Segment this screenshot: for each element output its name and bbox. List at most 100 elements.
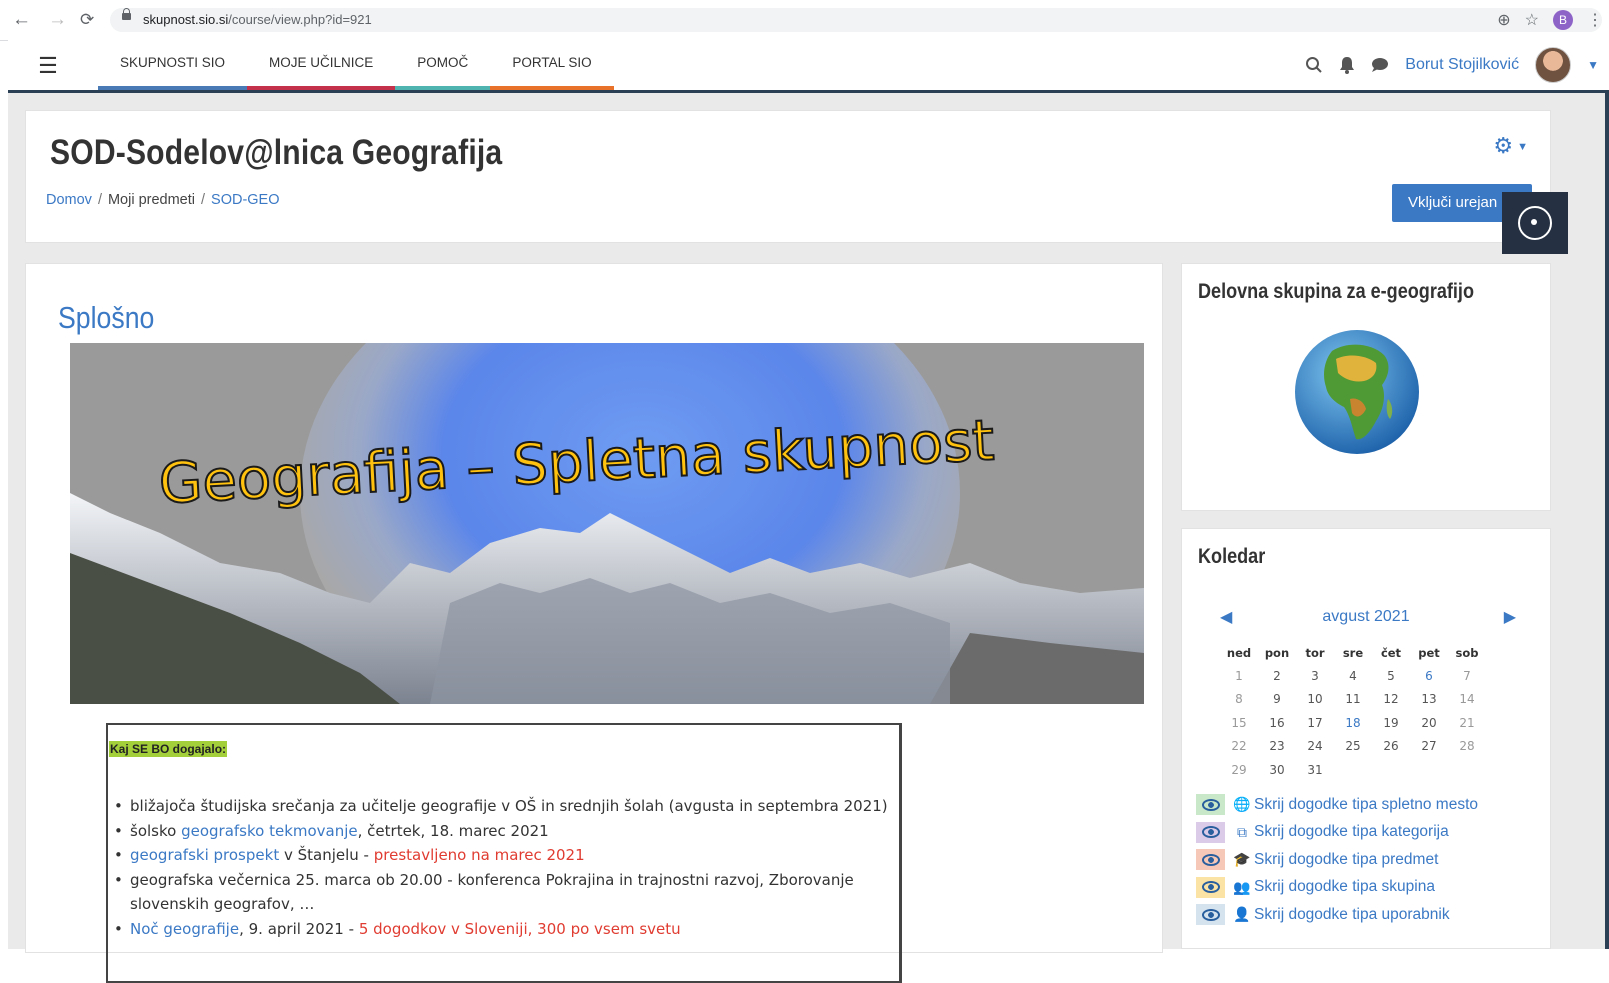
events-heading: Kaj SE BO dogajalo:: [109, 741, 228, 757]
page-title: SOD-Sodelov@lnica Geografija: [50, 133, 503, 172]
calendar-day: 31: [1307, 762, 1323, 777]
calendar-day: 13: [1421, 692, 1437, 707]
forward-arrow-icon[interactable]: →: [48, 8, 67, 32]
weekday-header: pon: [1264, 646, 1290, 660]
calendar-filter-item[interactable]: 👥 Skrij dogodke tipa skupina: [1196, 874, 1478, 902]
nav-moje-ucilnice[interactable]: MOJE UČILNICE: [247, 40, 396, 90]
address-bar[interactable]: skupnost.sio.si/course/view.php?id=921: [110, 8, 1602, 32]
next-month-icon[interactable]: ▶: [1504, 607, 1516, 627]
breadcrumb-my-courses: Moji predmeti: [107, 192, 195, 208]
geography-night-link[interactable]: Noč geografije: [130, 920, 239, 938]
eye-icon[interactable]: [1196, 876, 1225, 898]
calendar-filter-item[interactable]: ⧉ Skrij dogodke tipa kategorija: [1196, 819, 1478, 847]
competition-link[interactable]: geografsko tekmovanje: [181, 822, 358, 840]
calendar-empty-cell: [1372, 758, 1410, 782]
weekday-header: sre: [1342, 646, 1364, 660]
calendar-empty-cell: [1410, 758, 1448, 782]
calendar-grid: ned pon tor sre čet pet sob 1 2 3 4 5 6 7 8 9 10 11 12 13 1…: [1220, 642, 1486, 782]
calendar-day: 29: [1231, 762, 1247, 777]
calendar-day[interactable]: 18: [1334, 711, 1372, 735]
calendar-filter-label[interactable]: Skrij dogodke tipa uporabnik: [1254, 906, 1450, 924]
nav-skupnosti-sio[interactable]: SKUPNOSTI SIO: [98, 40, 248, 90]
list-item: šolsko geografsko tekmovanje, četrtek, 1…: [114, 819, 890, 844]
list-item: bližajoča študijska srečanja za učitelje…: [114, 794, 890, 819]
calendar-day: 14: [1459, 692, 1475, 707]
eye-icon[interactable]: [1196, 849, 1225, 871]
calendar-block: Koledar ◀ avgust 2021 ▶ ned pon tor sre čet p…: [1181, 528, 1551, 949]
section-title[interactable]: Splošno: [58, 300, 154, 336]
calendar-month[interactable]: avgust 2021: [1182, 608, 1550, 626]
lock-icon: [122, 8, 131, 20]
search-icon[interactable]: [1305, 56, 1323, 74]
chevron-down-icon: ▼: [1517, 141, 1528, 154]
accessibility-icon: [1518, 206, 1552, 240]
calendar-day: 15: [1231, 715, 1247, 730]
messages-icon[interactable]: [1371, 57, 1389, 73]
cubes-icon: ⧉: [1237, 823, 1247, 840]
calendar-day: 9: [1273, 692, 1281, 707]
calendar-day: 10: [1307, 692, 1323, 707]
eye-icon[interactable]: [1196, 821, 1225, 843]
calendar-day: 28: [1459, 739, 1475, 754]
list-item: geografska večernica 25. marca ob 20.00 …: [114, 868, 890, 917]
calendar-day: 2: [1273, 668, 1281, 683]
chevron-down-icon[interactable]: ▼: [1587, 58, 1599, 72]
calendar-day: 8: [1235, 692, 1243, 707]
accessibility-widget[interactable]: [1502, 192, 1568, 254]
calendar-day: 1: [1235, 668, 1243, 683]
zoom-icon[interactable]: ⊕: [1497, 10, 1510, 30]
breadcrumb-home[interactable]: Domov: [46, 192, 92, 208]
gear-icon[interactable]: ⚙ ▼: [1493, 133, 1528, 159]
prospect-link[interactable]: geografski prospekt: [130, 846, 279, 864]
calendar-day: 3: [1311, 668, 1319, 683]
nav-portal-sio[interactable]: PORTAL SIO: [490, 40, 614, 90]
back-arrow-icon[interactable]: ←: [12, 8, 31, 32]
browser-toolbar: ← → ⟳ skupnost.sio.si/course/view.php?id…: [0, 0, 1609, 41]
calendar-empty-cell: [1334, 758, 1372, 782]
calendar-day: 7: [1463, 668, 1471, 683]
breadcrumb-course[interactable]: SOD-GEO: [211, 192, 279, 208]
globe-image: [1295, 330, 1419, 454]
event-filters: 🌐 Skrij dogodke tipa spletno mesto ⧉ Skrij …: [1196, 791, 1478, 929]
calendar-filter-item[interactable]: 🌐 Skrij dogodke tipa spletno mesto: [1196, 791, 1478, 819]
bookmark-star-icon[interactable]: ☆: [1525, 10, 1539, 30]
events-list: bližajoča študijska srečanja za učitelje…: [108, 794, 890, 941]
weekday-header: čet: [1380, 646, 1402, 660]
user-avatar[interactable]: [1535, 47, 1572, 83]
calendar-filter-label[interactable]: Skrij dogodke tipa predmet: [1254, 851, 1438, 869]
course-content: Splošno Geografija – Spletna skupnost Ka…: [25, 263, 1163, 983]
calendar-day: 25: [1345, 739, 1361, 754]
calendar-day: 23: [1269, 739, 1285, 754]
browser-menu-icon[interactable]: ⋮: [1587, 10, 1603, 30]
site-navbar: ☰ SKUPNOSTI SIO MOJE UČILNICE POMOČ PORT…: [8, 40, 1609, 93]
nav-pomoc[interactable]: POMOČ: [395, 40, 491, 90]
calendar-day: 19: [1383, 715, 1399, 730]
block-title: Koledar: [1198, 545, 1266, 568]
user-name[interactable]: Borut Stojilković: [1405, 56, 1519, 74]
calendar-day: 20: [1421, 715, 1437, 730]
list-item: Noč geografije, 9. april 2021 - 5 dogodk…: [114, 917, 890, 942]
events-box: Kaj SE BO dogajalo: bližajoča študijska …: [106, 723, 902, 983]
calendar-filter-label[interactable]: Skrij dogodke tipa spletno mesto: [1254, 796, 1478, 814]
calendar-filter-item[interactable]: 🎓 Skrij dogodke tipa predmet: [1196, 846, 1478, 874]
calendar-filter-item[interactable]: 👤 Skrij dogodke tipa uporabnik: [1196, 901, 1478, 929]
eye-icon[interactable]: [1196, 904, 1225, 926]
hamburger-menu-icon[interactable]: ☰: [28, 53, 68, 79]
calendar-day: 17: [1307, 715, 1323, 730]
profile-avatar[interactable]: B: [1553, 10, 1573, 30]
eye-icon[interactable]: [1196, 794, 1225, 816]
notification-bell-icon[interactable]: [1339, 56, 1355, 74]
block-title: Delovna skupina za e-geografijo: [1198, 280, 1474, 303]
primary-nav: SKUPNOSTI SIO MOJE UČILNICE POMOČ PORTAL…: [98, 40, 614, 90]
calendar-day: 12: [1383, 692, 1399, 707]
graduation-cap-icon: 🎓: [1233, 851, 1251, 868]
reload-icon[interactable]: ⟳: [80, 8, 94, 32]
banner-image: Geografija – Spletna skupnost: [70, 343, 1144, 704]
calendar-day[interactable]: 6: [1410, 664, 1448, 688]
breadcrumb: Domov / Moji predmeti / SOD-GEO: [46, 192, 280, 208]
calendar-filter-label[interactable]: Skrij dogodke tipa skupina: [1254, 878, 1435, 896]
working-group-block: Delovna skupina za e-geografijo: [1181, 263, 1551, 511]
calendar-empty-cell: [1448, 758, 1486, 782]
calendar-day: 24: [1307, 739, 1323, 754]
calendar-filter-label[interactable]: Skrij dogodke tipa kategorija: [1254, 823, 1449, 841]
